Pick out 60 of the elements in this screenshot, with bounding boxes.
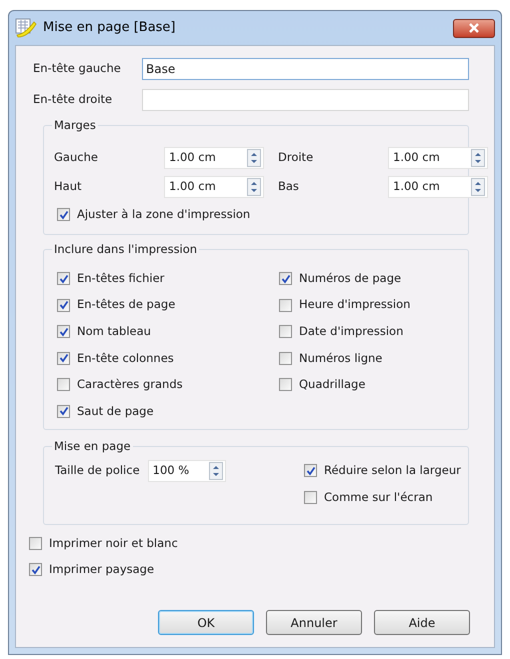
checkbox-label: En-têtes fichier: [77, 270, 164, 287]
close-button[interactable]: [453, 18, 495, 38]
checkbox-label: Comme sur l'écran: [324, 488, 433, 506]
checkbox-label: Saut de page: [77, 402, 154, 420]
checkbox-label: Ajuster à la zone d'impression: [77, 206, 250, 223]
checkbox-label: Réduire selon la largeur: [324, 462, 461, 479]
checkbox[interactable]: [279, 298, 292, 312]
dialog-button[interactable]: Aide: [374, 610, 470, 635]
spin-field[interactable]: 1.00 cm: [388, 176, 488, 198]
checkbox[interactable]: [29, 563, 42, 576]
spin-field[interactable]: 1.00 cm: [164, 176, 264, 198]
checkbox-label: En-tête colonnes: [77, 350, 174, 367]
checkbox-label: Heure d'impression: [299, 296, 410, 314]
field-label: Bas: [278, 178, 300, 196]
checkbox-label: Imprimer noir et blanc: [49, 534, 178, 552]
checkbox[interactable]: [57, 298, 70, 312]
text-field[interactable]: [142, 89, 469, 111]
spin-field[interactable]: 1.00 cm: [164, 147, 264, 169]
checkbox[interactable]: [279, 325, 292, 338]
spinner-arrows-icon[interactable]: [208, 462, 223, 480]
checkbox[interactable]: [304, 491, 317, 504]
checkbox[interactable]: [57, 404, 70, 418]
checkbox-label: Nom tableau: [77, 323, 151, 340]
spin-field[interactable]: 100 %: [148, 460, 226, 482]
checkbox-label: En-têtes de page: [77, 296, 176, 314]
group-title: Inclure dans l'impression: [52, 241, 200, 258]
close-icon: [468, 23, 480, 33]
text-field[interactable]: Base: [142, 58, 469, 80]
checkbox[interactable]: [279, 378, 292, 392]
field-label: Taille de police: [55, 462, 140, 480]
field-label: En-tête droite: [33, 91, 114, 108]
checkbox[interactable]: [57, 378, 70, 392]
field-label: Haut: [54, 178, 82, 196]
dialog-button[interactable]: OK: [158, 610, 254, 635]
checkbox-label: Caractères grands: [77, 376, 183, 394]
checkbox[interactable]: [57, 208, 70, 221]
checkbox-label: Numéros de page: [299, 270, 402, 287]
checkbox[interactable]: [279, 272, 292, 285]
checkbox[interactable]: [57, 352, 70, 365]
field-label: Gauche: [54, 149, 99, 166]
checkbox[interactable]: [279, 352, 292, 365]
spin-field[interactable]: 1.00 cm: [388, 147, 488, 169]
checkbox[interactable]: [57, 272, 70, 285]
spinner-arrows-icon[interactable]: [247, 178, 261, 196]
checkbox[interactable]: [304, 464, 317, 477]
checkbox[interactable]: [29, 537, 42, 550]
checkbox-label: Quadrillage: [299, 376, 366, 394]
app-icon: [15, 18, 37, 38]
spinner-arrows-icon[interactable]: [471, 149, 485, 167]
field-label: Droite: [278, 149, 314, 166]
checkbox-label: Date d'impression: [299, 323, 404, 340]
spinner-arrows-icon[interactable]: [471, 178, 485, 196]
dialog-button[interactable]: Annuler: [266, 610, 362, 635]
spinner-arrows-icon[interactable]: [247, 149, 261, 167]
checkbox-label: Numéros ligne: [299, 350, 382, 367]
checkbox-label: Imprimer paysage: [49, 560, 154, 578]
window-title: Mise en page [Base]: [43, 19, 176, 38]
field-label: En-tête gauche: [33, 60, 122, 78]
checkbox[interactable]: [57, 325, 70, 338]
group-title: Mise en page: [52, 438, 133, 456]
